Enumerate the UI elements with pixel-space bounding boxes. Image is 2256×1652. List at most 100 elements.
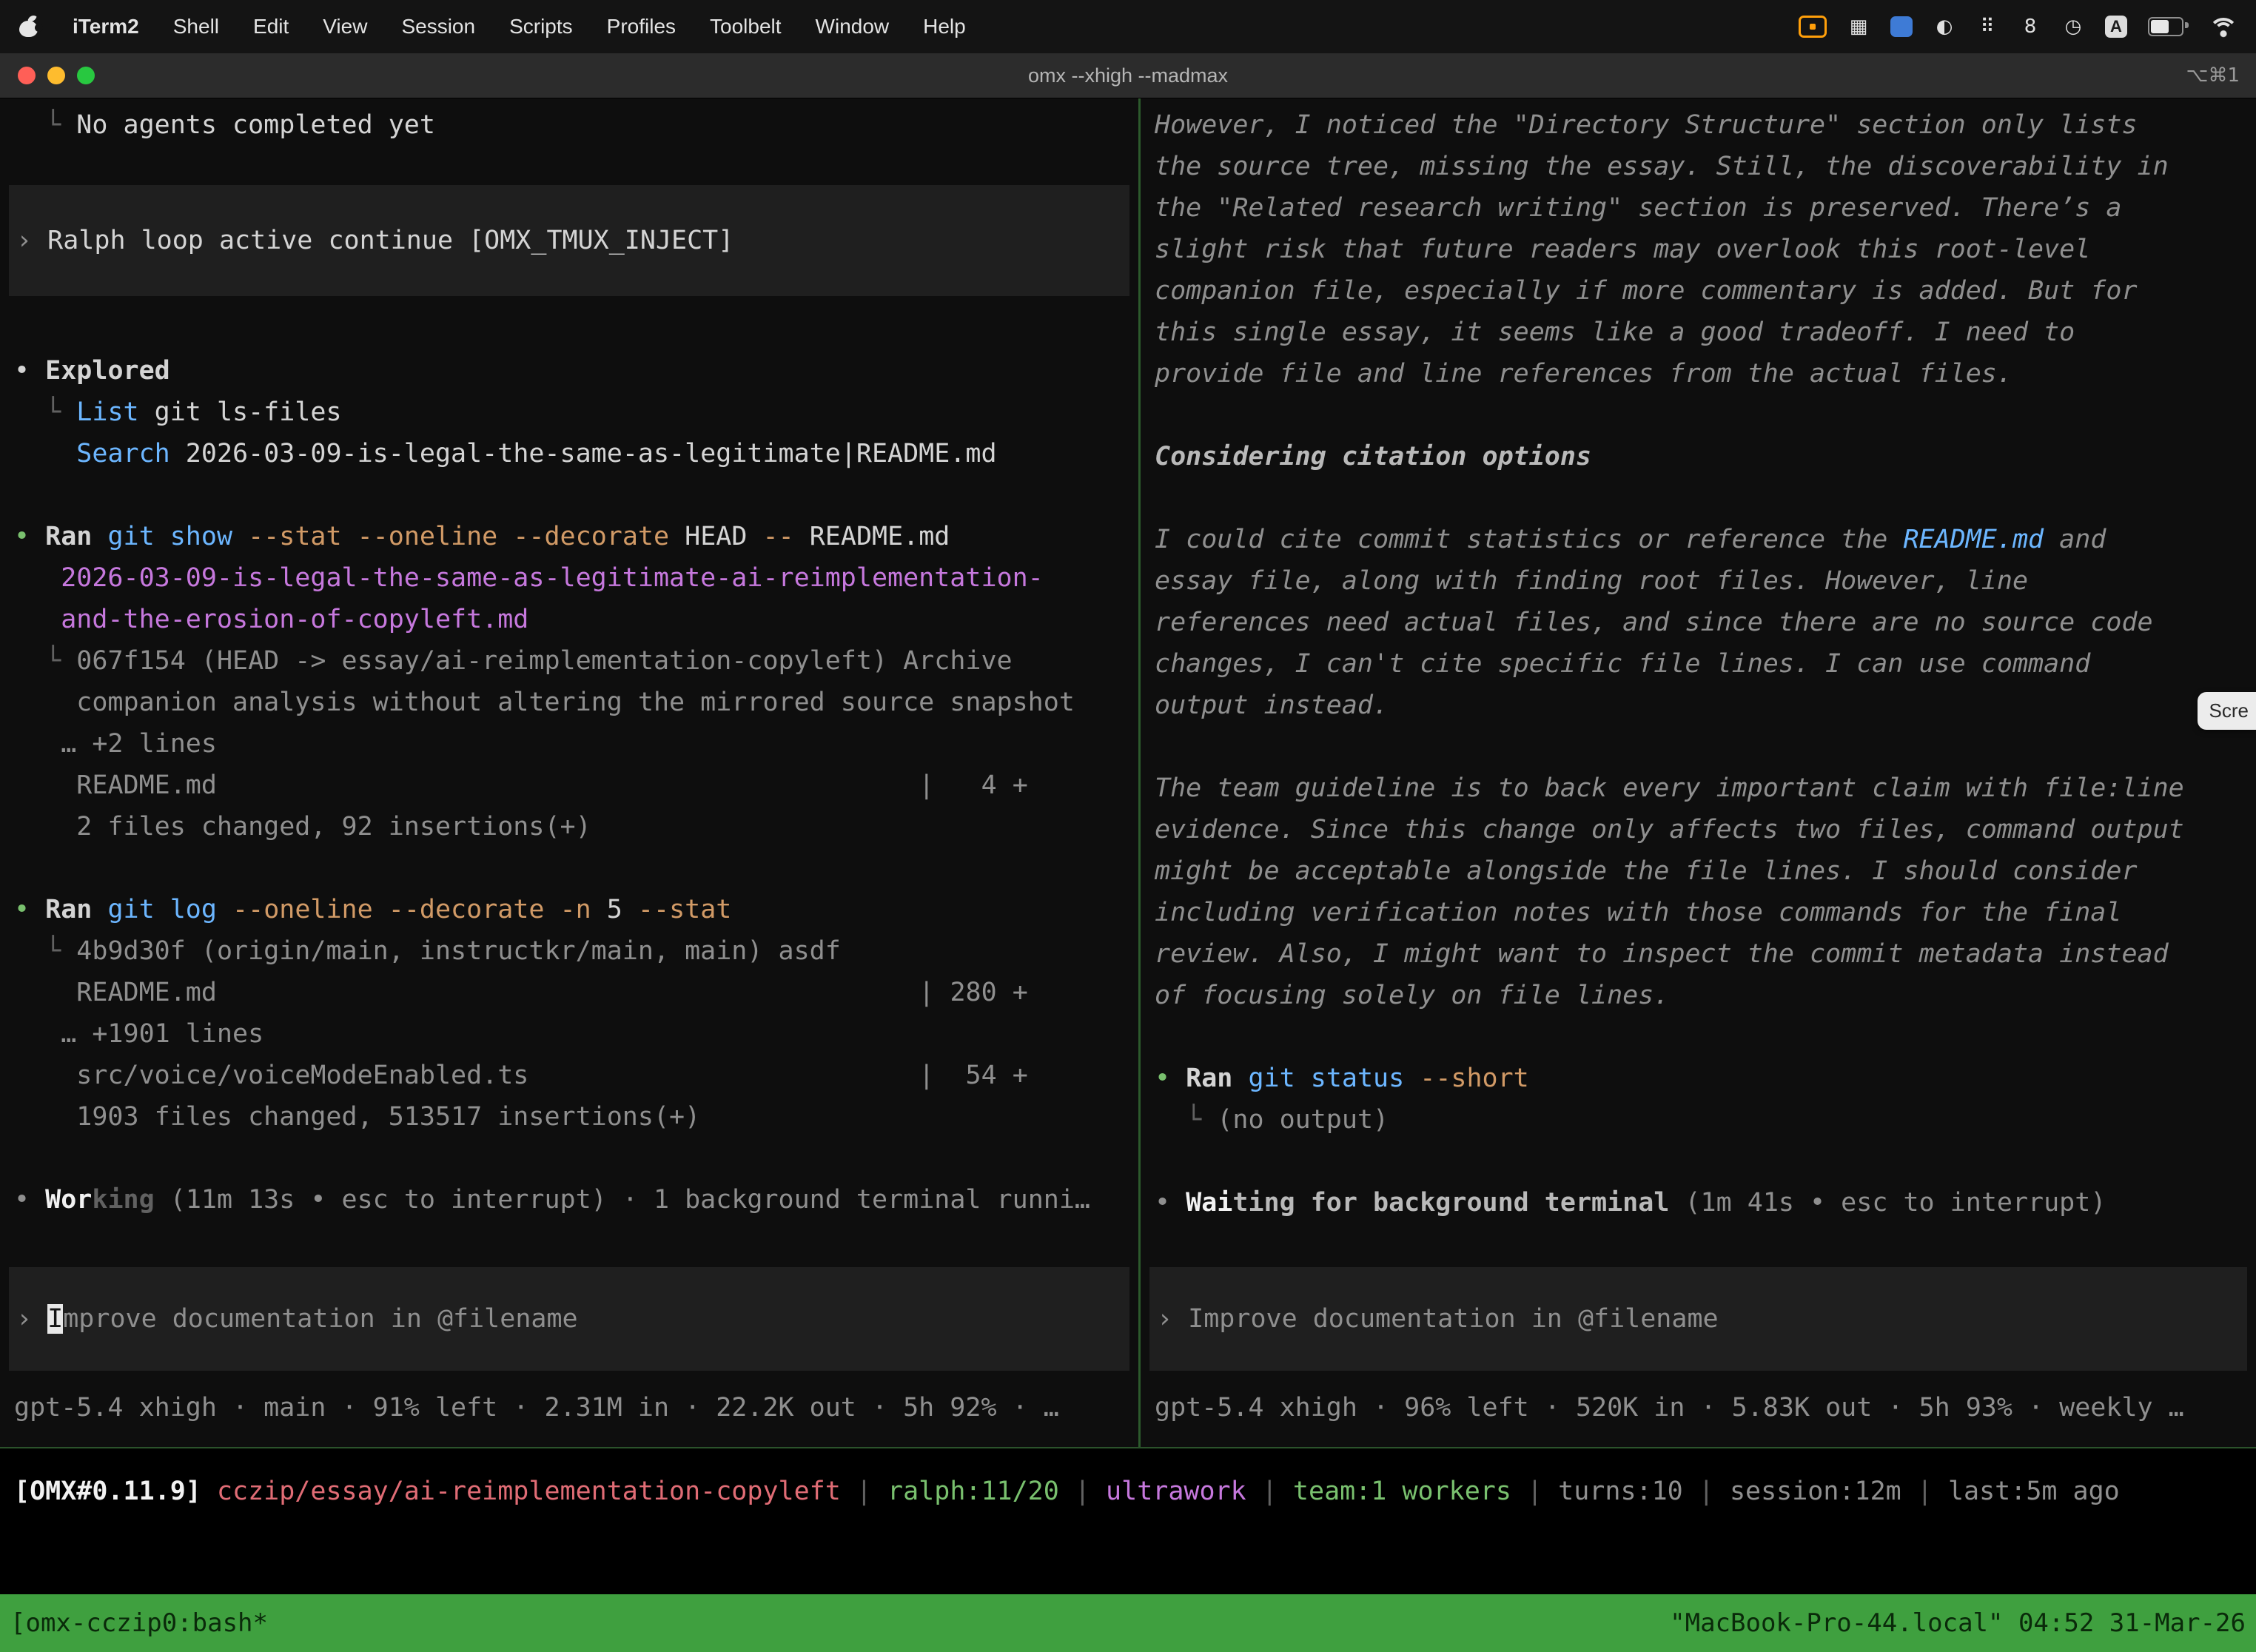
terminal-line: review. Also, I might want to inspect th…: [1141, 933, 2256, 975]
terminal-line: slight risk that future readers may over…: [1141, 229, 2256, 270]
input-source-icon[interactable]: A: [2105, 16, 2127, 38]
terminal-line: › Ralph loop active continue [OMX_TMUX_I…: [9, 220, 733, 261]
menu-item-iterm2[interactable]: iTerm2: [73, 15, 139, 38]
tmux-session-window: [omx-cczip0:bash*: [10, 1608, 268, 1638]
screen-share-tag[interactable]: Scre: [2198, 692, 2256, 730]
terminal-line: README.md| 280 +: [0, 972, 1138, 1013]
ralph-loop-banner: › Ralph loop active continue [OMX_TMUX_I…: [9, 185, 1129, 296]
terminal-line: [1141, 726, 2256, 768]
right-pane-log: However, I noticed the "Directory Struct…: [1141, 104, 2256, 1223]
traffic-lights: [0, 67, 95, 84]
terminal-line: this single essay, it seems like a good …: [1141, 312, 2256, 353]
terminal-line: └ (no output): [1141, 1099, 2256, 1141]
terminal-line: › Improve documentation in @filename: [9, 1298, 578, 1340]
menubar-status-icons: ▦ ◐ ⠿ 8 ◷ A: [1799, 16, 2237, 38]
terminal: └ No agents completed yet › Ralph loop a…: [0, 98, 2256, 1448]
ralph-loop-banner-text: › Ralph loop active continue [OMX_TMUX_I…: [9, 220, 733, 261]
terminal-line: Search 2026-03-09-is-legal-the-same-as-l…: [0, 433, 1138, 474]
terminal-line: might be acceptable alongside the file l…: [1141, 850, 2256, 892]
titlebar[interactable]: omx --xhigh --madmax ⌥⌘1: [0, 53, 2256, 98]
menu-item-view[interactable]: View: [323, 15, 367, 38]
right-pane-status: gpt-5.4 xhigh · 96% left · 520K in · 5.8…: [1141, 1387, 2256, 1428]
terminal-line: [1141, 1016, 2256, 1058]
window-grid-icon[interactable]: ▦: [1847, 16, 1870, 38]
terminal-line: • Explored: [0, 350, 1138, 392]
minimize-button[interactable]: [47, 67, 65, 84]
terminal-line: changes, I can't cite specific file line…: [1141, 643, 2256, 685]
left-prompt-input[interactable]: › Improve documentation in @filename: [9, 1267, 1129, 1371]
terminal-line: • Working (11m 13s • esc to interrupt) ·…: [0, 1179, 1138, 1220]
zoom-button[interactable]: [77, 67, 95, 84]
terminal-line: [0, 847, 1138, 889]
window-title: omx --xhigh --madmax: [0, 64, 2256, 87]
terminal-line: README.md| 4 +: [0, 765, 1138, 806]
terminal-line: [1141, 477, 2256, 519]
dots-grid-icon[interactable]: ⠿: [1976, 16, 1998, 38]
apple-menu-icon[interactable]: [19, 16, 38, 38]
left-pane[interactable]: └ No agents completed yet › Ralph loop a…: [0, 98, 1138, 1447]
omx-status-segments: [OMX#0.11.9] cczip/essay/ai-reimplementa…: [0, 1471, 2256, 1512]
terminal-line: src/voice/voiceModeEnabled.ts| 54 +: [0, 1055, 1138, 1096]
terminal-line: [1141, 1141, 2256, 1182]
terminal-line: and-the-erosion-of-copyleft.md: [0, 599, 1138, 640]
left-pane-top-log: └ No agents completed yet: [0, 104, 1138, 146]
terminal-line: └ 067f154 (HEAD -> essay/ai-reimplementa…: [0, 640, 1138, 682]
terminal-line: • Ran git status --short: [1141, 1058, 2256, 1099]
left-pane-log: • Explored └ List git ls-files Search 20…: [0, 350, 1138, 1220]
terminal-line: the "Related research writing" section i…: [1141, 187, 2256, 229]
menu-item-window[interactable]: Window: [816, 15, 890, 38]
terminal-line: companion file, especially if more comme…: [1141, 270, 2256, 312]
terminal-line: provide file and line references from th…: [1141, 353, 2256, 394]
gauge-icon[interactable]: ◷: [2062, 16, 2084, 38]
terminal-line: essay file, along with finding root file…: [1141, 560, 2256, 602]
stat-8-icon[interactable]: 8: [2019, 16, 2041, 38]
terminal-line: [0, 474, 1138, 516]
blue-app-icon[interactable]: [1890, 16, 1913, 37]
terminal-line: 1903 files changed, 513517 insertions(+): [0, 1096, 1138, 1138]
terminal-line: └ 4b9d30f (origin/main, instructkr/main,…: [0, 930, 1138, 972]
screen: iTerm2 Shell Edit View Session Scripts Profile…: [0, 0, 2256, 1652]
window-shortcut: ⌥⌘1: [2186, 64, 2240, 87]
screen-recording-indicator[interactable]: [1799, 16, 1827, 38]
terminal-line: … +2 lines: [0, 723, 1138, 765]
menu-item-help[interactable]: Help: [923, 15, 966, 38]
omx-status-line: [OMX#0.11.9] cczip/essay/ai-reimplementa…: [0, 1448, 2256, 1512]
terminal-line: └ No agents completed yet: [0, 104, 1138, 146]
right-prompt-input[interactable]: › Improve documentation in @filename: [1149, 1267, 2247, 1371]
terminal-line: However, I noticed the "Directory Struct…: [1141, 104, 2256, 146]
terminal-line: [0, 1138, 1138, 1179]
terminal-line: companion analysis without altering the …: [0, 682, 1138, 723]
menu-item-toolbelt[interactable]: Toolbelt: [710, 15, 782, 38]
terminal-line: … +1901 lines: [0, 1013, 1138, 1055]
wifi-icon[interactable]: [2210, 16, 2237, 38]
terminal-line: the source tree, missing the essay. Stil…: [1141, 146, 2256, 187]
left-pane-status: gpt-5.4 xhigh · main · 91% left · 2.31M …: [0, 1387, 1138, 1428]
close-button[interactable]: [18, 67, 36, 84]
terminal-line: › Improve documentation in @filename: [1149, 1298, 1719, 1340]
terminal-line: [OMX#0.11.9] cczip/essay/ai-reimplementa…: [0, 1471, 2256, 1512]
terminal-line: evidence. Since this change only affects…: [1141, 809, 2256, 850]
left-prompt-input-text: › Improve documentation in @filename: [9, 1298, 578, 1340]
menu-item-scripts[interactable]: Scripts: [509, 15, 573, 38]
menu-items: iTerm2 Shell Edit View Session Scripts Profile…: [73, 15, 966, 38]
terminal-line: └ List git ls-files: [0, 392, 1138, 433]
battery-icon[interactable]: [2148, 17, 2183, 36]
terminal-line: gpt-5.4 xhigh · 96% left · 520K in · 5.8…: [1141, 1387, 2256, 1428]
menu-item-edit[interactable]: Edit: [253, 15, 289, 38]
menubar-left: iTerm2 Shell Edit View Session Scripts Profile…: [19, 15, 966, 38]
tmux-status-bar: [omx-cczip0:bash* "MacBook-Pro-44.local"…: [0, 1594, 2256, 1652]
right-prompt-input-text: › Improve documentation in @filename: [1149, 1298, 1719, 1340]
terminal-line: including verification notes with those …: [1141, 892, 2256, 933]
right-pane[interactable]: However, I noticed the "Directory Struct…: [1141, 98, 2256, 1447]
terminal-line: I could cite commit statistics or refere…: [1141, 519, 2256, 560]
terminal-line: Considering citation options: [1141, 436, 2256, 477]
terminal-line: • Ran git show --stat --oneline --decora…: [0, 516, 1138, 557]
terminal-line: • Ran git log --oneline --decorate -n 5 …: [0, 889, 1138, 930]
menu-item-session[interactable]: Session: [401, 15, 475, 38]
moon-icon[interactable]: ◐: [1933, 16, 1955, 38]
menubar: iTerm2 Shell Edit View Session Scripts Profile…: [0, 0, 2256, 53]
tmux-host-time: "MacBook-Pro-44.local" 04:52 31-Mar-26: [1670, 1608, 2246, 1638]
menu-item-profiles[interactable]: Profiles: [607, 15, 676, 38]
terminal-line: references need actual files, and since …: [1141, 602, 2256, 643]
menu-item-shell[interactable]: Shell: [173, 15, 219, 38]
